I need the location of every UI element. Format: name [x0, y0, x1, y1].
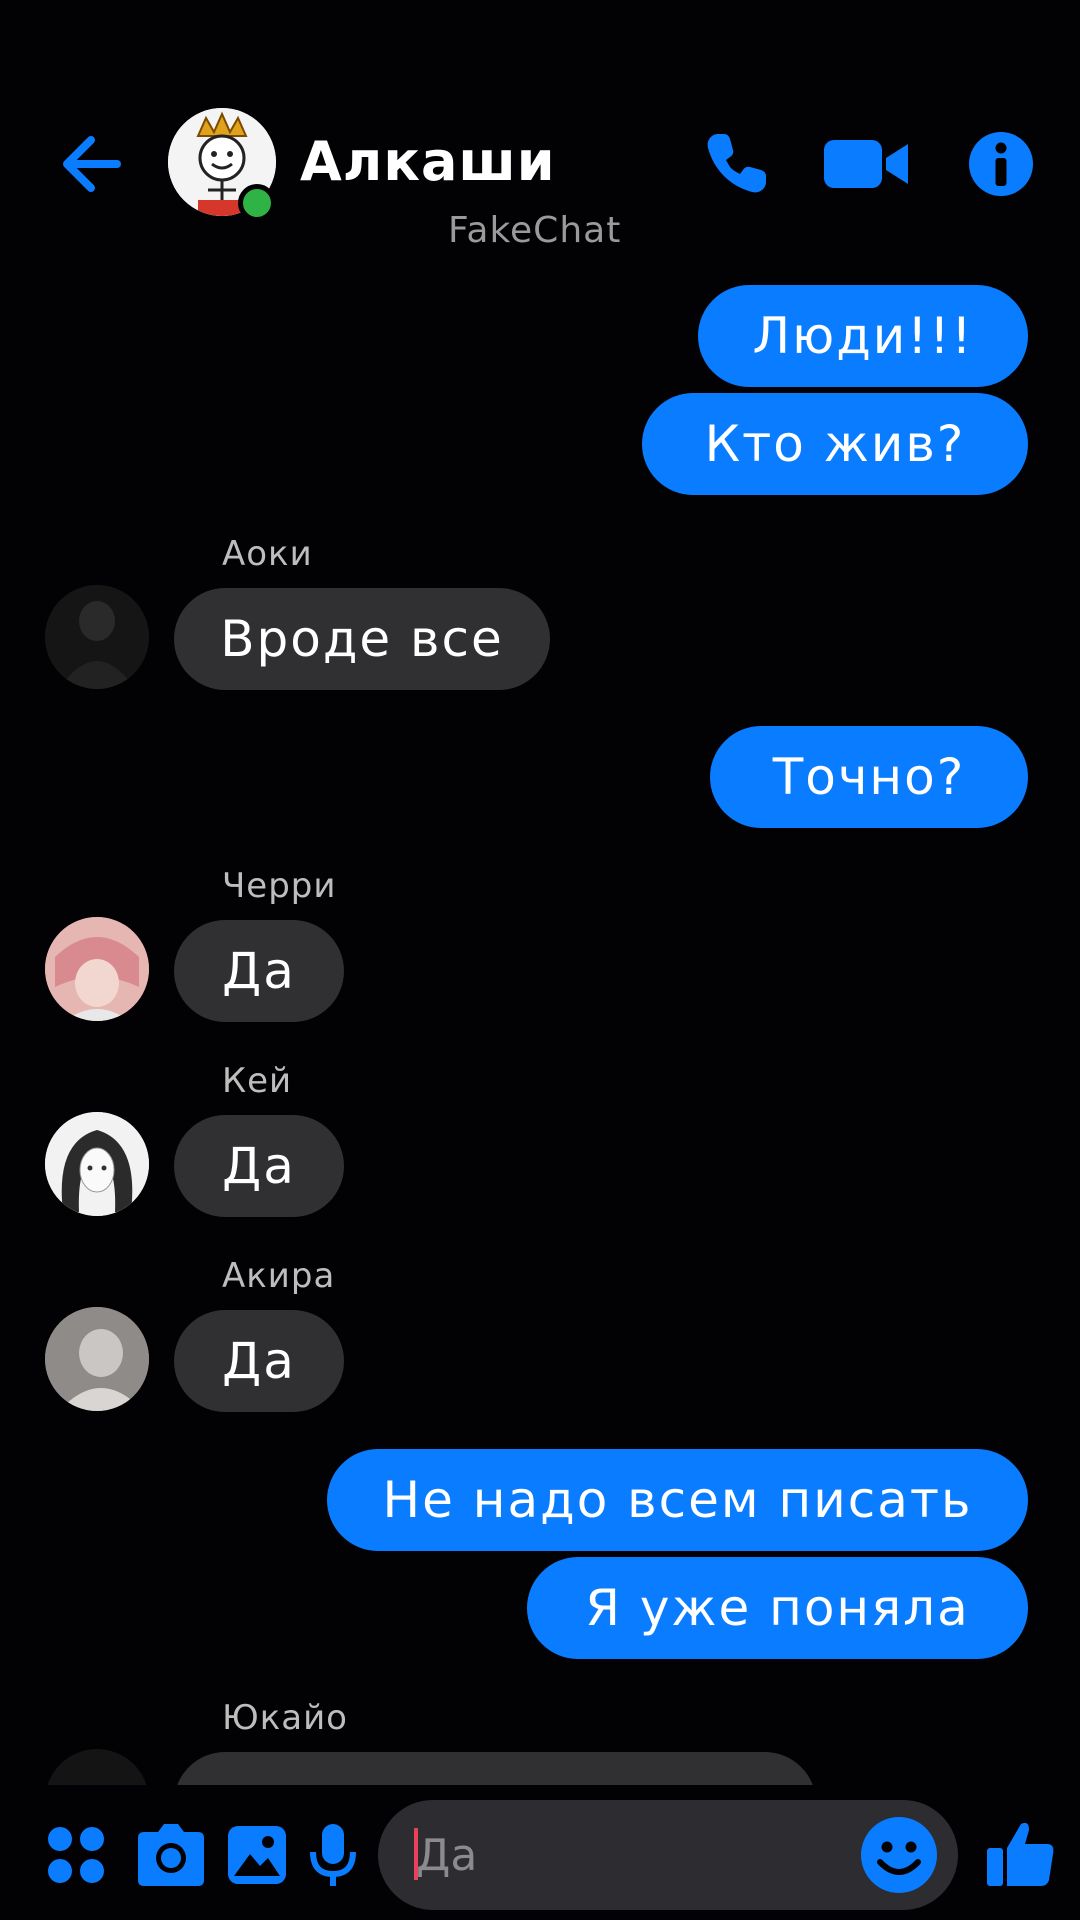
online-status-dot: [238, 184, 276, 222]
apps-icon[interactable]: [46, 1822, 106, 1888]
back-arrow-icon[interactable]: [55, 128, 127, 200]
outgoing-message[interactable]: Кто жив?: [642, 393, 1028, 495]
avatar-aoki[interactable]: [45, 585, 149, 689]
avatar-akira[interactable]: [45, 1307, 149, 1411]
microphone-icon[interactable]: [308, 1822, 358, 1888]
outgoing-message[interactable]: Не надо всем писать: [327, 1449, 1028, 1551]
watermark-text: FakeChat: [448, 210, 622, 251]
incoming-message[interactable]: Вроде все: [174, 588, 550, 690]
sender-name: Аоки: [222, 534, 313, 574]
avatar-image: [45, 917, 149, 1021]
video-camera-icon[interactable]: [822, 128, 912, 200]
sender-name: Акира: [222, 1256, 336, 1296]
chat-header: Алкаши FakeChat: [0, 0, 1080, 280]
incoming-message[interactable]: Да: [174, 1310, 344, 1412]
emoji-icon[interactable]: [860, 1816, 938, 1894]
avatar-image: [45, 1112, 149, 1216]
camera-icon[interactable]: [136, 1822, 206, 1888]
avatar-image: [45, 585, 149, 689]
message-list[interactable]: Люди!!! Кто жив? Аоки Вроде все Точно? Ч…: [0, 280, 1080, 1785]
avatar-yukaio[interactable]: [45, 1749, 149, 1785]
image-icon[interactable]: [226, 1822, 288, 1888]
sender-name: Черри: [222, 866, 337, 906]
incoming-message[interactable]: Да: [174, 1115, 344, 1217]
info-icon[interactable]: [968, 128, 1034, 200]
outgoing-message[interactable]: Точно?: [710, 726, 1028, 828]
outgoing-message[interactable]: Я уже поняла: [527, 1557, 1028, 1659]
incoming-message[interactable]: [174, 1752, 816, 1785]
sender-name: Кей: [222, 1061, 293, 1101]
chat-title[interactable]: Алкаши: [300, 130, 556, 193]
phone-icon[interactable]: [700, 128, 772, 200]
avatar-kei[interactable]: [45, 1112, 149, 1216]
incoming-message[interactable]: Да: [174, 920, 344, 1022]
message-input[interactable]: Да: [378, 1800, 958, 1910]
avatar-image: [45, 1307, 149, 1411]
outgoing-message[interactable]: Люди!!!: [698, 285, 1028, 387]
thumbs-up-icon[interactable]: [985, 1818, 1057, 1890]
message-input-text[interactable]: Да: [416, 1830, 477, 1881]
sender-name: Юкайо: [222, 1698, 348, 1738]
avatar-cherri[interactable]: [45, 917, 149, 1021]
